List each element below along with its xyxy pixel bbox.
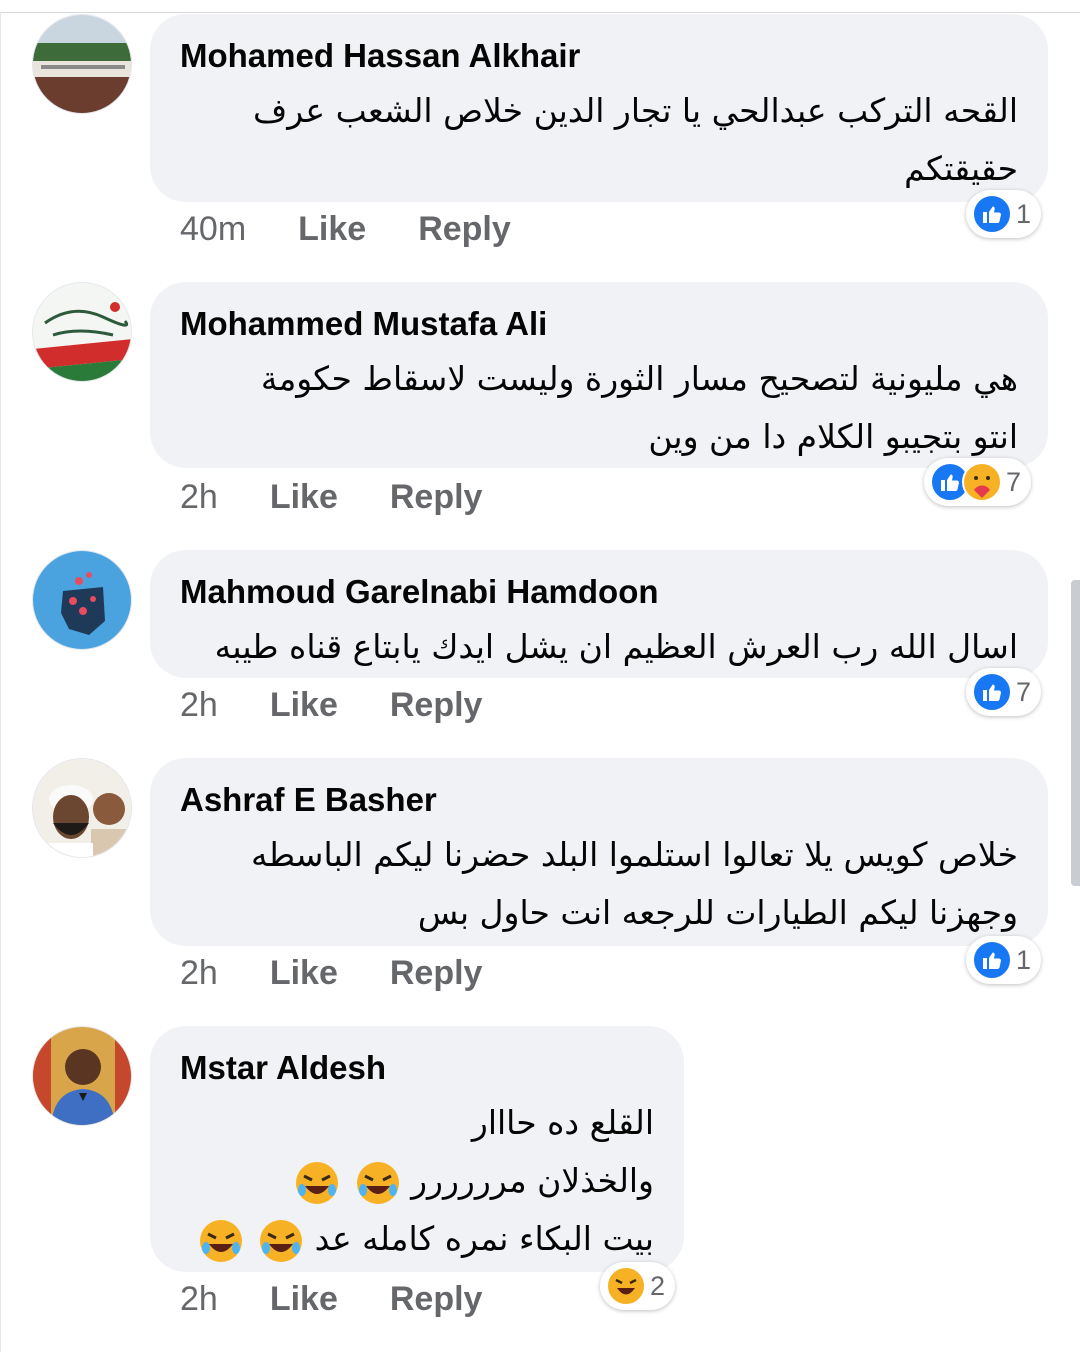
rolling-laughing-emoji-icon	[296, 1161, 339, 1204]
avatar[interactable]	[32, 1026, 132, 1126]
comment-author[interactable]: Mohamed Hassan Alkhair	[180, 36, 1018, 76]
reaction-summary[interactable]: 7	[924, 458, 1032, 506]
reply-button[interactable]: Reply	[390, 954, 483, 993]
comment-line: القلع ده حااار	[471, 1103, 654, 1142]
rolling-laughing-emoji-icon	[199, 1219, 242, 1262]
comment-line-text: والخذلان مرررررر	[411, 1161, 654, 1200]
comment-bubble[interactable]: Mohammed Mustafa Ali هي مليونية لتصحيح م…	[150, 282, 1048, 468]
comment-author[interactable]: Ashraf E Basher	[180, 780, 1018, 820]
like-button[interactable]: Like	[270, 478, 338, 517]
scrollbar-thumb[interactable]	[1071, 580, 1080, 886]
reaction-summary[interactable]: 7	[966, 668, 1042, 716]
comment-actions: 2h Like Reply	[180, 478, 482, 517]
reply-button[interactable]: Reply	[390, 1280, 483, 1319]
comment-line: وجهزنا ليكم الطيارات للرجعه انت حاول بس	[417, 893, 1018, 932]
reaction-count: 7	[1016, 676, 1032, 707]
comment-timestamp[interactable]: 2h	[180, 954, 218, 993]
comment-actions: 40m Like Reply	[180, 210, 511, 249]
left-border	[0, 12, 1, 1352]
calligraphy-flag-icon	[33, 283, 131, 381]
thumbs-up-icon	[972, 940, 1012, 980]
comment-line: خلاص كويس يلا تعالوا استلموا البلد حضرنا…	[251, 835, 1018, 874]
person-photo-icon	[33, 1027, 131, 1125]
thumbs-up-icon	[972, 672, 1012, 712]
comment-actions: 2h Like Reply	[180, 1280, 482, 1319]
reaction-count: 2	[650, 1270, 666, 1301]
top-divider	[0, 0, 1080, 13]
comment-line: انتو بتجيبو الكلام دا من وين	[648, 417, 1018, 456]
comment-actions: 2h Like Reply	[180, 686, 482, 725]
like-button[interactable]: Like	[298, 210, 366, 249]
reaction-count: 1	[1016, 944, 1032, 975]
comment-author[interactable]: Mstar Aldesh	[180, 1048, 654, 1088]
comment-text: خلاص كويس يلا تعالوا استلموا البلد حضرنا…	[180, 826, 1018, 942]
comment-author[interactable]: Mohammed Mustafa Ali	[180, 304, 1018, 344]
landscape-photo-icon	[33, 15, 131, 113]
comment-timestamp[interactable]: 2h	[180, 478, 218, 517]
avatar[interactable]	[32, 550, 132, 650]
reaction-count: 1	[1016, 198, 1032, 229]
avatar[interactable]	[32, 758, 132, 858]
comment-line: القحه التركب عبدالحي يا تجار الدين خلاص …	[253, 91, 1018, 130]
like-button[interactable]: Like	[270, 1280, 338, 1319]
avatar[interactable]	[32, 14, 132, 114]
comment-line-with-emoji: بيت البكاء نمره كامله عد	[180, 1210, 654, 1268]
reply-button[interactable]: Reply	[390, 686, 483, 725]
like-button[interactable]: Like	[270, 686, 338, 725]
reply-button[interactable]: Reply	[390, 478, 483, 517]
reaction-summary[interactable]: 1	[966, 190, 1042, 238]
comment-bubble[interactable]: Mahmoud Garelnabi Hamdoon اسال الله رب ا…	[150, 550, 1048, 678]
reaction-summary[interactable]: 2	[600, 1262, 676, 1310]
comment-line-text: بيت البكاء نمره كامله عد	[314, 1219, 654, 1258]
comment-line: اسال الله رب العرش العظيم ان يشل ايدك يا…	[214, 627, 1018, 666]
comment-text: اسال الله رب العرش العظيم ان يشل ايدك يا…	[180, 618, 1018, 676]
comment-bubble[interactable]: Ashraf E Basher خلاص كويس يلا تعالوا است…	[150, 758, 1048, 946]
comment-text: القحه التركب عبدالحي يا تجار الدين خلاص …	[180, 82, 1018, 198]
haha-reaction-icon	[606, 1266, 646, 1306]
comment-actions: 2h Like Reply	[180, 954, 482, 993]
comment-text: القلع ده حااار والخذلان مرررررر بيت البك…	[180, 1094, 654, 1268]
comment-line: حقيقتكم	[904, 149, 1018, 188]
reply-button[interactable]: Reply	[418, 210, 511, 249]
care-reaction-icon	[962, 462, 1002, 502]
comment-bubble[interactable]: Mstar Aldesh القلع ده حااار والخذلان مرر…	[150, 1026, 684, 1272]
rolling-laughing-emoji-icon	[260, 1219, 303, 1262]
comment-timestamp[interactable]: 2h	[180, 1280, 218, 1319]
comment-timestamp[interactable]: 40m	[180, 210, 246, 249]
comment-bubble[interactable]: Mohamed Hassan Alkhair القحه التركب عبدا…	[150, 14, 1048, 202]
reaction-count: 7	[1006, 466, 1022, 497]
comment-line-with-emoji: والخذلان مرررررر	[180, 1152, 654, 1210]
reaction-summary[interactable]: 1	[966, 936, 1042, 984]
comment-line: هي مليونية لتصحيح مسار الثورة وليست لاسق…	[260, 359, 1018, 398]
comment-timestamp[interactable]: 2h	[180, 686, 218, 725]
avatar[interactable]	[32, 282, 132, 382]
thumbs-up-icon	[972, 194, 1012, 234]
comment-author[interactable]: Mahmoud Garelnabi Hamdoon	[180, 572, 1018, 612]
comment-text: هي مليونية لتصحيح مسار الثورة وليست لاسق…	[180, 350, 1018, 466]
sudan-map-icon	[33, 551, 131, 649]
rolling-laughing-emoji-icon	[356, 1161, 399, 1204]
person-with-child-photo-icon	[33, 759, 131, 857]
like-button[interactable]: Like	[270, 954, 338, 993]
